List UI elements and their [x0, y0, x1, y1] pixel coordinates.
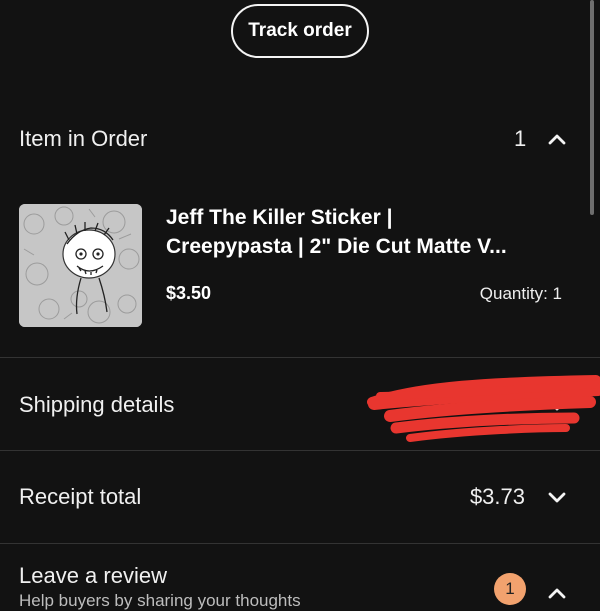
divider: [0, 450, 600, 451]
item-price: $3.50: [166, 283, 212, 303]
chevron-down-icon[interactable]: [546, 486, 568, 508]
scrollbar[interactable]: [590, 0, 594, 215]
track-order-button[interactable]: Track order: [231, 4, 369, 58]
redaction-scribble: [360, 372, 600, 444]
item-section-title: Item in Order: [19, 126, 148, 151]
review-section-title: Leave a review: [19, 563, 167, 588]
review-count-badge: 1: [494, 573, 526, 605]
item-quantity: Quantity: 1: [479, 284, 562, 303]
receipt-section-title: Receipt total: [19, 484, 142, 509]
shipping-section-title: Shipping details: [19, 392, 175, 417]
divider: [0, 543, 600, 544]
item-title-line2: Creepypasta | 2" Die Cut Matte V...: [166, 235, 507, 258]
review-subtitle: Help buyers by sharing your thoughts: [19, 591, 301, 610]
chevron-up-icon[interactable]: [546, 582, 568, 604]
receipt-total-value: $3.73: [469, 484, 525, 509]
item-section-header[interactable]: Item in Order 1: [0, 118, 600, 160]
item-title-line1: Jeff The Killer Sticker |: [166, 206, 393, 229]
item-title[interactable]: Jeff The Killer Sticker | Creepypasta | …: [166, 203, 566, 261]
divider: [0, 357, 600, 358]
item-count: 1: [514, 126, 527, 151]
sticker-thumbnail[interactable]: [19, 204, 142, 327]
chevron-up-icon[interactable]: [546, 128, 568, 150]
